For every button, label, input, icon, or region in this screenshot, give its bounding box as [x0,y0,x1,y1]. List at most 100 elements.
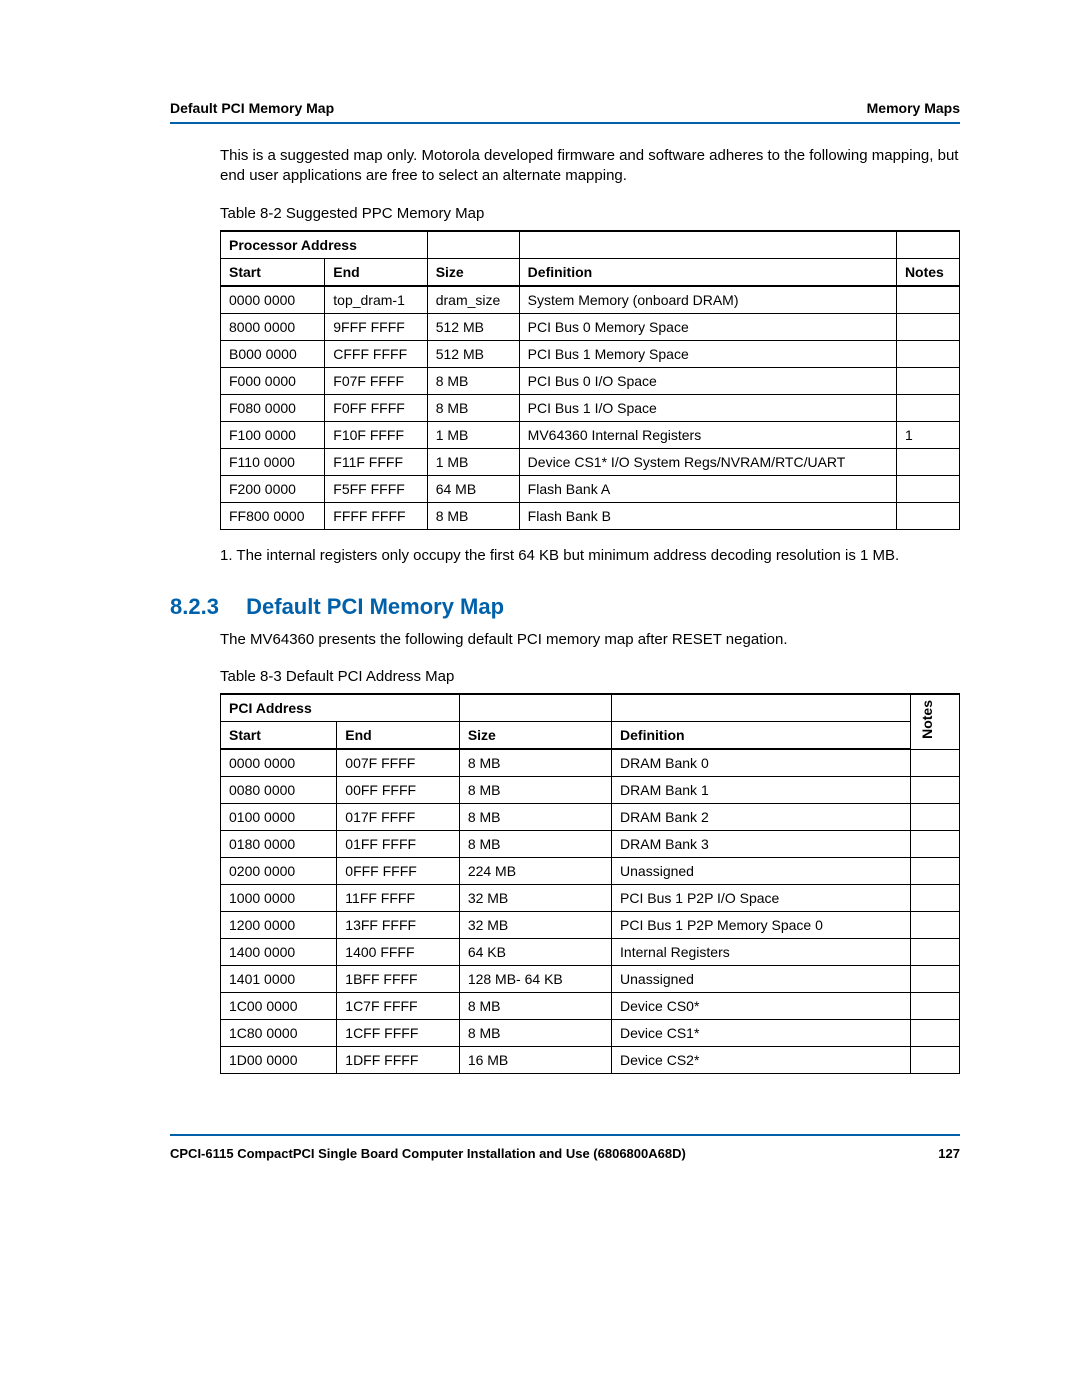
col-notes: Notes [896,258,959,286]
cell-start: 1200 0000 [221,912,337,939]
cell-size: 8 MB [459,804,611,831]
cell-notes [896,394,959,421]
cell-notes [911,858,960,885]
table2-group-header: PCI Address [221,694,460,722]
cell-notes [896,367,959,394]
table-row: 1401 00001BFF FFFF128 MB- 64 KBUnassigne… [221,966,960,993]
cell-size: 1 MB [427,421,519,448]
cell-notes [911,1020,960,1047]
cell-def: DRAM Bank 0 [612,749,911,777]
cell-notes [911,939,960,966]
cell-size: 8 MB [427,367,519,394]
table-row: F110 0000F11F FFFF1 MBDevice CS1* I/O Sy… [221,448,960,475]
cell-start: F100 0000 [221,421,325,448]
cell-end: 1DFF FFFF [337,1047,460,1074]
cell-size: 128 MB- 64 KB [459,966,611,993]
cell-def: MV64360 Internal Registers [519,421,896,448]
cell-end: FFFF FFFF [325,502,427,529]
cell-notes [896,475,959,502]
header-left: Default PCI Memory Map [170,100,334,116]
cell-notes [896,286,959,314]
cell-end: 00FF FFFF [337,777,460,804]
cell-end: 11FF FFFF [337,885,460,912]
cell-end: 9FFF FFFF [325,313,427,340]
table-row: 0080 000000FF FFFF8 MBDRAM Bank 1 [221,777,960,804]
cell-start: B000 0000 [221,340,325,367]
cell-notes [911,831,960,858]
table1-group-header: Processor Address [221,231,428,259]
cell-end: F10F FFFF [325,421,427,448]
table-row: 0180 000001FF FFFF8 MBDRAM Bank 3 [221,831,960,858]
cell-end: F07F FFFF [325,367,427,394]
col-definition: Definition [612,722,911,750]
cell-def: DRAM Bank 1 [612,777,911,804]
table-row: 8000 00009FFF FFFF512 MBPCI Bus 0 Memory… [221,313,960,340]
cell-size: 16 MB [459,1047,611,1074]
cell-end: 1C7F FFFF [337,993,460,1020]
table-row: 0000 0000007F FFFF8 MBDRAM Bank 0 [221,749,960,777]
cell-end: 1BFF FFFF [337,966,460,993]
cell-notes [911,885,960,912]
col-size: Size [427,258,519,286]
cell-size: 32 MB [459,885,611,912]
col-end: End [325,258,427,286]
cell-def: Unassigned [612,858,911,885]
cell-size: 512 MB [427,313,519,340]
cell-start: FF800 0000 [221,502,325,529]
cell-start: 8000 0000 [221,313,325,340]
cell-def: PCI Bus 1 P2P I/O Space [612,885,911,912]
cell-def: Device CS2* [612,1047,911,1074]
cell-def: DRAM Bank 2 [612,804,911,831]
cell-size: dram_size [427,286,519,314]
table-row: 0000 0000top_dram-1dram_sizeSystem Memor… [221,286,960,314]
table-row: 1D00 00001DFF FFFF16 MBDevice CS2* [221,1047,960,1074]
cell-def: Unassigned [612,966,911,993]
cell-end: F0FF FFFF [325,394,427,421]
cell-start: 0000 0000 [221,749,337,777]
cell-notes [911,966,960,993]
cell-end: 0FFF FFFF [337,858,460,885]
cell-notes [911,749,960,777]
intro-paragraph: This is a suggested map only. Motorola d… [220,146,960,187]
cell-notes [911,912,960,939]
cell-def: Internal Registers [612,939,911,966]
page-footer: CPCI-6115 CompactPCI Single Board Comput… [170,1134,960,1161]
cell-end: 1400 FFFF [337,939,460,966]
cell-notes: 1 [896,421,959,448]
cell-size: 8 MB [459,749,611,777]
cell-size: 512 MB [427,340,519,367]
table1-footnote: 1. The internal registers only occupy th… [220,546,960,566]
section-title: Default PCI Memory Map [246,594,504,619]
cell-size: 1 MB [427,448,519,475]
table-row: 1200 000013FF FFFF32 MBPCI Bus 1 P2P Mem… [221,912,960,939]
cell-start: 1C80 0000 [221,1020,337,1047]
cell-start: 0080 0000 [221,777,337,804]
footer-page-number: 127 [938,1146,960,1161]
col-definition: Definition [519,258,896,286]
cell-notes [896,502,959,529]
table-row: F100 0000F10F FFFF1 MBMV64360 Internal R… [221,421,960,448]
table-row: 1000 000011FF FFFF32 MBPCI Bus 1 P2P I/O… [221,885,960,912]
cell-size: 8 MB [459,1020,611,1047]
col-start: Start [221,722,337,750]
cell-def: PCI Bus 0 Memory Space [519,313,896,340]
cell-start: 1401 0000 [221,966,337,993]
header-right: Memory Maps [867,100,960,116]
cell-size: 8 MB [459,993,611,1020]
cell-start: 0000 0000 [221,286,325,314]
cell-start: 1D00 0000 [221,1047,337,1074]
cell-notes [896,340,959,367]
cell-def: PCI Bus 1 I/O Space [519,394,896,421]
cell-size: 8 MB [427,394,519,421]
section-heading: 8.2.3 Default PCI Memory Map [170,594,960,620]
table-row: 0200 00000FFF FFFF224 MBUnassigned [221,858,960,885]
table-row: FF800 0000FFFF FFFF8 MBFlash Bank B [221,502,960,529]
cell-start: F080 0000 [221,394,325,421]
cell-size: 8 MB [427,502,519,529]
table1-caption: Table 8-2 Suggested PPC Memory Map [220,205,960,222]
cell-end: 1CFF FFFF [337,1020,460,1047]
cell-def: System Memory (onboard DRAM) [519,286,896,314]
table-row: 1400 00001400 FFFF64 KBInternal Register… [221,939,960,966]
cell-size: 32 MB [459,912,611,939]
cell-size: 8 MB [459,777,611,804]
